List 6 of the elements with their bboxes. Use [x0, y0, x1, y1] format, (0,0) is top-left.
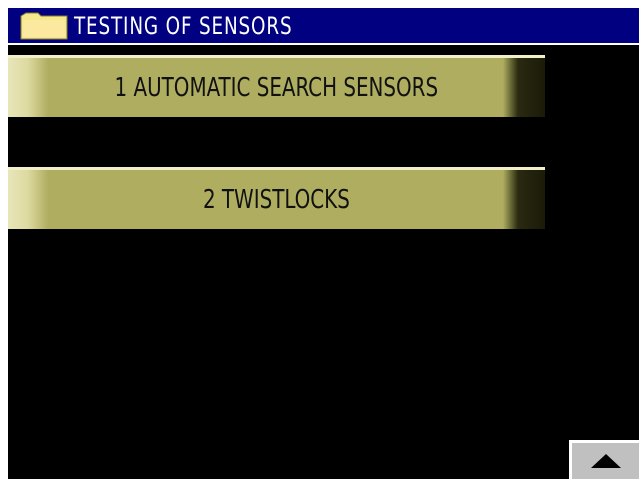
window-title: TESTING OF SENSORS	[74, 12, 292, 40]
up-triangle-icon	[590, 454, 620, 468]
menu-button[interactable]: 1 AUTOMATIC SEARCH SENSORS	[8, 55, 545, 117]
folder-icon	[20, 12, 68, 40]
scroll-up-button[interactable]	[569, 440, 639, 479]
menu-button[interactable]: 2 TWISTLOCKS	[8, 167, 545, 229]
